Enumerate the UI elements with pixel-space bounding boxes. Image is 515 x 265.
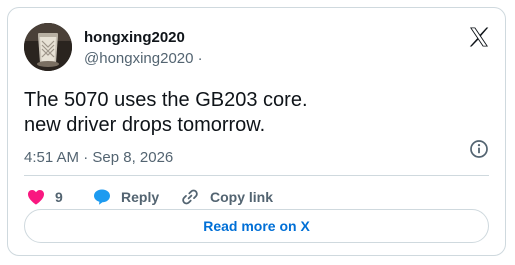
x-logo-icon[interactable] (467, 25, 491, 49)
like-count: 9 (55, 189, 63, 205)
avatar-image (24, 23, 72, 71)
author-display-name[interactable]: hongxing2020 (84, 29, 185, 46)
heart-icon (28, 190, 44, 205)
tweet-text-line: new driver drops tomorrow. (24, 114, 266, 136)
read-more-button[interactable]: Read more on X (24, 209, 489, 243)
tweet-text: The 5070 uses the GB203 core. new driver… (24, 88, 484, 138)
tweet-text-line: The 5070 uses the GB203 core. (24, 89, 308, 111)
read-more-label: Read more on X (203, 218, 310, 234)
info-icon[interactable] (469, 139, 489, 159)
tweet-timestamp[interactable]: 4:51 AM · Sep 8, 2026 (24, 149, 173, 166)
author-handle[interactable]: @hongxing2020 · (84, 50, 203, 67)
reply-label: Reply (121, 189, 160, 205)
avatar[interactable] (24, 23, 72, 71)
divider (24, 175, 489, 176)
link-icon (182, 189, 198, 205)
copy-link-label: Copy link (210, 189, 274, 205)
speech-bubble-icon (94, 189, 110, 205)
tweet-card: hongxing2020 @hongxing2020 · The 5070 us… (7, 7, 506, 256)
